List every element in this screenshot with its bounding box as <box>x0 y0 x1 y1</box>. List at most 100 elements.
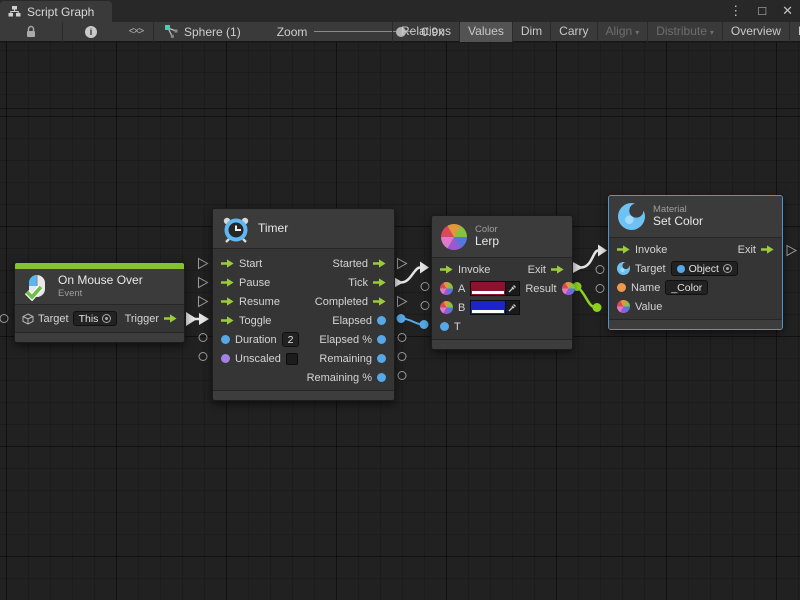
script-graph-icon <box>8 5 21 18</box>
port-duration[interactable] <box>199 334 207 342</box>
wire-result-to-value[interactable] <box>573 282 602 312</box>
window-menu-icon[interactable]: ⋮ <box>726 0 745 22</box>
wire-elapsed-to-t[interactable] <box>397 314 429 329</box>
port-row: Pause Tick <box>213 273 394 292</box>
port-unscaled[interactable] <box>199 353 207 361</box>
port-label: Elapsed % <box>319 334 372 346</box>
node-color-lerp[interactable]: Color Lerp Invoke Exit A <box>431 215 573 350</box>
flow-in-icon[interactable] <box>221 297 234 306</box>
port-row: Target Object <box>609 259 782 278</box>
value-in-icon[interactable] <box>221 335 230 344</box>
flow-in-icon[interactable] <box>221 278 234 287</box>
material-value-icon[interactable] <box>617 262 630 275</box>
port-a[interactable] <box>421 283 429 291</box>
flow-out-icon[interactable] <box>373 297 386 306</box>
values-button[interactable]: Values <box>459 22 512 42</box>
node-timer[interactable]: Timer Start Started Pause Tick R <box>212 208 395 401</box>
node-title: Timer <box>258 222 288 236</box>
target-object-field[interactable]: This <box>73 311 118 326</box>
name-field[interactable]: _Color <box>665 280 708 295</box>
port-target-input[interactable] <box>0 315 8 323</box>
graph-canvas[interactable]: On Mouse Over Event Target This <box>0 42 800 600</box>
flow-out-icon[interactable] <box>761 245 774 254</box>
window-close-icon[interactable]: ✕ <box>779 0 796 22</box>
port-label: Name <box>631 282 660 294</box>
color-value-icon[interactable] <box>617 300 630 313</box>
port-label: Value <box>635 301 662 313</box>
port-material-name[interactable] <box>596 285 604 293</box>
port-label: Elapsed <box>332 315 372 327</box>
flow-in-icon[interactable] <box>440 265 453 274</box>
port-row: Target This Trigger <box>15 305 184 332</box>
fullscreen-button[interactable]: Full Screen <box>789 22 800 42</box>
port-row: T <box>432 317 572 336</box>
material-object-field[interactable]: Object <box>671 261 738 276</box>
duration-field[interactable]: 2 <box>282 332 300 347</box>
lock-button[interactable] <box>0 22 62 42</box>
port-setcolor-exit[interactable] <box>787 246 796 256</box>
graph-selection[interactable]: Sphere (1) <box>154 22 247 42</box>
value-out-icon[interactable] <box>377 335 386 344</box>
trigger-label: Trigger <box>125 313 159 325</box>
value-out-icon[interactable] <box>377 373 386 382</box>
overview-button[interactable]: Overview <box>722 22 789 42</box>
node-set-color[interactable]: Material Set Color Invoke Exit Target O <box>608 195 783 330</box>
object-picker-icon[interactable] <box>102 314 111 323</box>
port-completed[interactable] <box>398 297 407 307</box>
port-elapsed-pct[interactable] <box>398 334 406 342</box>
gameobject-icon <box>22 313 34 325</box>
value-out-icon[interactable] <box>377 354 386 363</box>
info-button[interactable]: i <box>63 22 119 42</box>
flow-out-icon[interactable] <box>164 314 177 323</box>
value-out-icon[interactable] <box>377 316 386 325</box>
eyedropper-icon[interactable] <box>505 282 519 295</box>
node-on-mouse-over[interactable]: On Mouse Over Event Target This <box>14 262 185 343</box>
relations-button[interactable]: Relations <box>392 22 459 42</box>
code-view-button[interactable]: <×> <box>119 22 153 42</box>
port-started[interactable] <box>398 259 407 269</box>
flow-out-icon[interactable] <box>373 259 386 268</box>
mouse-event-icon <box>24 273 50 301</box>
port-remaining[interactable] <box>398 353 406 361</box>
port-resume[interactable] <box>199 297 208 307</box>
tab-bar: Script Graph ⋮ □ ✕ <box>0 0 800 22</box>
value-in-icon[interactable] <box>221 354 230 363</box>
eyedropper-icon[interactable] <box>505 301 519 314</box>
wire-trigger-to-toggle[interactable] <box>186 312 209 326</box>
port-row: Toggle Elapsed <box>213 311 394 330</box>
tab-script-graph[interactable]: Script Graph <box>0 1 112 22</box>
flow-in-icon[interactable] <box>221 259 234 268</box>
dim-button[interactable]: Dim <box>512 22 550 42</box>
wire-exit-to-invoke[interactable] <box>572 245 607 274</box>
flow-in-icon[interactable] <box>221 316 234 325</box>
align-button: Align▾ <box>597 22 648 42</box>
color-a-field[interactable] <box>470 281 520 296</box>
object-picker-icon[interactable] <box>723 264 732 273</box>
port-b[interactable] <box>421 302 429 310</box>
port-row: Name _Color <box>609 278 782 297</box>
value-in-icon[interactable] <box>440 322 449 331</box>
port-label: Started <box>333 258 368 270</box>
flow-out-icon[interactable] <box>551 265 564 274</box>
port-start[interactable] <box>199 259 208 269</box>
port-remaining-pct[interactable] <box>398 372 406 380</box>
port-pause[interactable] <box>199 278 208 288</box>
port-label: Result <box>525 283 556 295</box>
color-out-icon[interactable] <box>562 282 575 295</box>
port-row: Unscaled Remaining <box>213 349 394 368</box>
carry-button[interactable]: Carry <box>550 22 596 42</box>
flow-in-icon[interactable] <box>617 245 630 254</box>
port-row: Invoke Exit <box>609 240 782 259</box>
unscaled-checkbox[interactable] <box>286 353 298 365</box>
window-maximize-icon[interactable]: □ <box>755 0 769 22</box>
tab-title: Script Graph <box>27 5 94 19</box>
color-value-icon[interactable] <box>440 301 453 314</box>
color-value-icon[interactable] <box>440 282 453 295</box>
value-in-icon[interactable] <box>617 283 626 292</box>
flow-out-icon[interactable] <box>373 278 386 287</box>
port-material-target[interactable] <box>596 266 604 274</box>
target-label: Target <box>38 313 69 325</box>
port-label: T <box>454 321 461 333</box>
node-footer <box>213 390 394 400</box>
color-b-field[interactable] <box>470 300 520 315</box>
